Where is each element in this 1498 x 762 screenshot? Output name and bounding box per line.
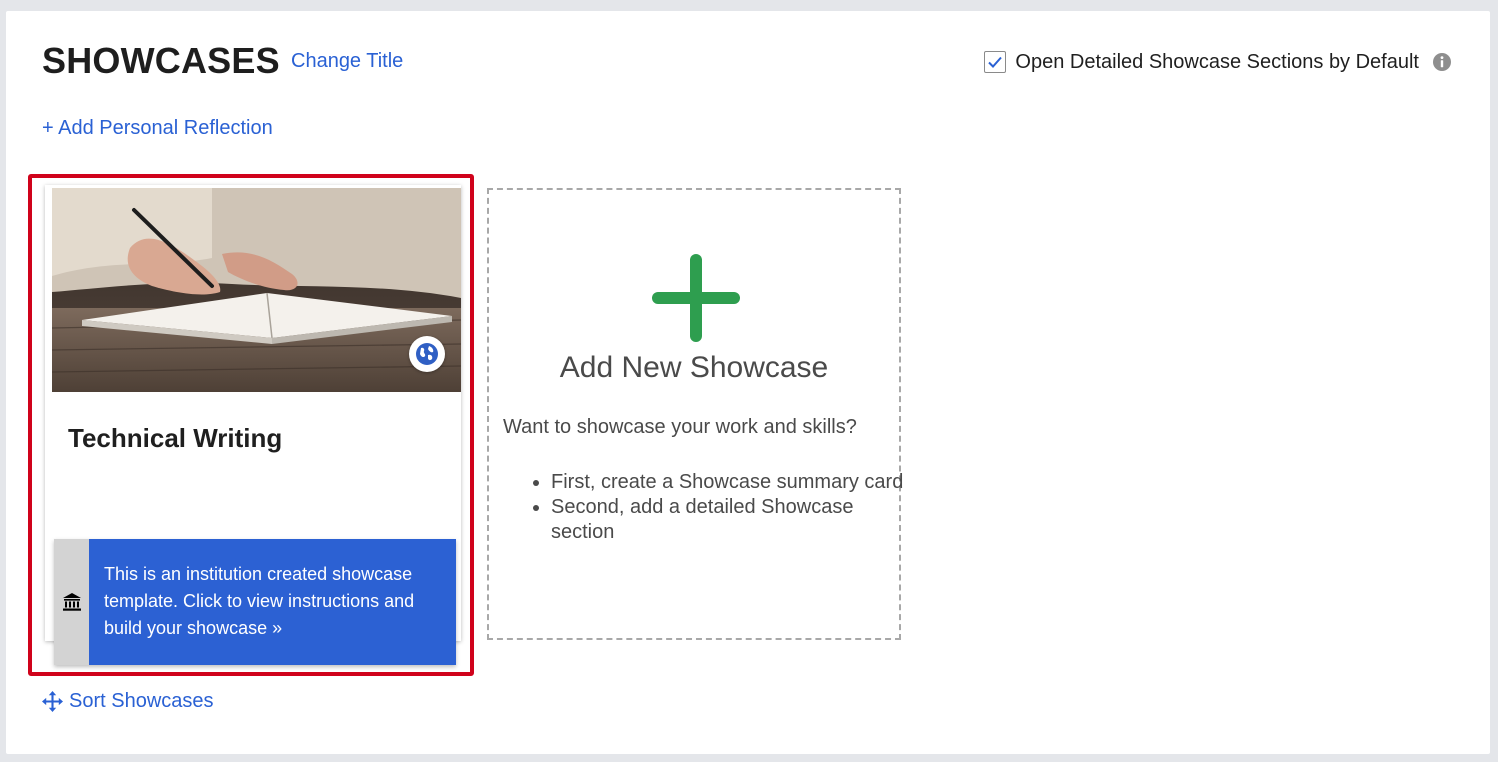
template-notice-banner[interactable]: This is an institution created showcase … (54, 539, 456, 665)
default-open-label: Open Detailed Showcase Sections by Defau… (1015, 50, 1419, 73)
list-item: First, create a Showcase summary card (551, 470, 911, 495)
add-personal-reflection-link[interactable]: + Add Personal Reflection (42, 117, 273, 140)
showcase-card[interactable]: Technical Writing This is an institution… (45, 185, 461, 665)
globe-icon[interactable] (409, 336, 445, 372)
info-icon[interactable] (1432, 52, 1452, 72)
add-new-showcase-title: Add New Showcase (559, 351, 829, 384)
checkmark-icon (988, 56, 1003, 68)
default-open-option[interactable]: Open Detailed Showcase Sections by Defau… (984, 49, 1452, 75)
page-title: SHOWCASES (42, 40, 280, 81)
list-item: Second, add a detailed Showcase section (551, 495, 911, 545)
add-new-showcase-steps: First, create a Showcase summary card Se… (529, 470, 911, 545)
sort-showcases-link[interactable]: Sort Showcases (42, 690, 214, 713)
institution-icon (62, 593, 81, 611)
move-arrows-icon (42, 691, 63, 712)
change-title-link[interactable]: Change Title (291, 50, 403, 73)
showcase-card-title: Technical Writing (68, 423, 283, 453)
plus-icon (652, 254, 740, 342)
sort-showcases-label: Sort Showcases (69, 690, 214, 712)
default-open-checkbox[interactable] (984, 51, 1007, 73)
banner-side (54, 539, 89, 665)
template-notice-text: This is an institution created showcase … (104, 564, 415, 638)
writing-photo (52, 188, 461, 392)
add-new-showcase-description: Want to showcase your work and skills? (503, 416, 857, 438)
showcase-card-image (52, 188, 461, 392)
globe-glyph (416, 343, 438, 365)
add-new-showcase-card[interactable]: Add New Showcase Want to showcase your w… (487, 188, 903, 640)
template-notice-text-block[interactable]: This is an institution created showcase … (89, 539, 456, 665)
double-chevron-icon: » (272, 618, 283, 638)
